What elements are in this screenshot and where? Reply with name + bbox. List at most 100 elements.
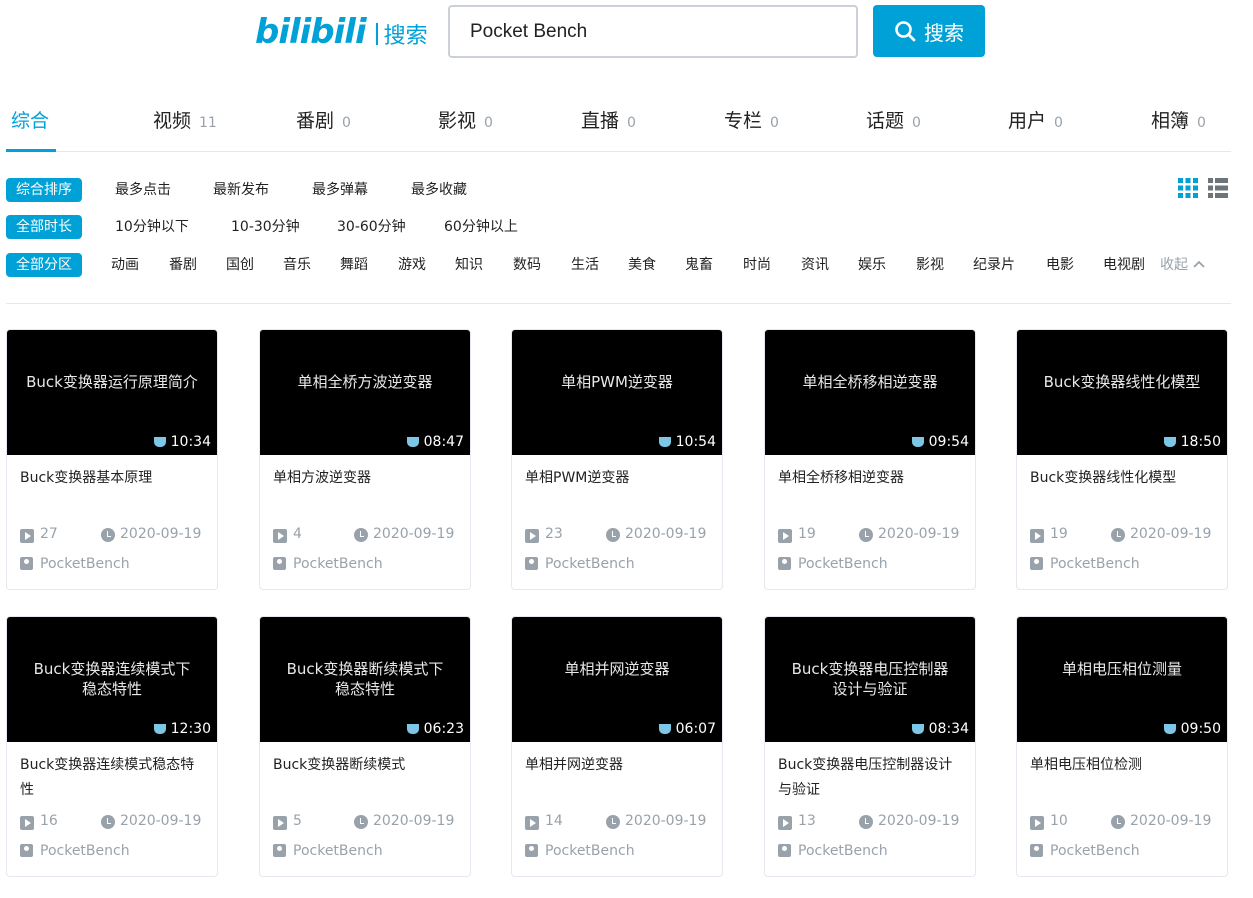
- video-title[interactable]: 单相并网逆变器: [525, 753, 711, 778]
- video-duration: 10:54: [658, 434, 716, 450]
- tab-3[interactable]: 影视 0: [438, 106, 493, 133]
- filter-zone-option[interactable]: 番剧: [169, 253, 197, 277]
- video-card[interactable]: 单相全桥方波逆变器 08:47 单相方波逆变器 4 2020-09-19 PocketBe…: [259, 329, 471, 590]
- video-card[interactable]: Buck变换器线性化模型 18:50 Buck变换器线性化模型 19 2020-09-1…: [1016, 329, 1228, 590]
- filter-zone-option[interactable]: 时尚: [743, 253, 771, 277]
- upload-date: 2020-09-19: [1130, 526, 1212, 542]
- video-duration: 06:07: [658, 721, 716, 737]
- filter-zone-option[interactable]: 音乐: [283, 253, 311, 277]
- duration-text: 06:07: [675, 721, 716, 737]
- filter-duration-active[interactable]: 全部时长: [6, 215, 82, 239]
- video-title[interactable]: 单相电压相位检测: [1030, 753, 1216, 778]
- video-thumbnail[interactable]: Buck变换器电压控制器 设计与验证 08:34: [765, 617, 975, 742]
- tab-label: 视频: [153, 110, 192, 132]
- video-title[interactable]: Buck变换器基本原理: [20, 466, 206, 491]
- video-title[interactable]: 单相PWM逆变器: [525, 466, 711, 491]
- video-author[interactable]: PocketBench: [1030, 556, 1140, 572]
- video-author[interactable]: PocketBench: [778, 843, 888, 859]
- filter-zone-option[interactable]: 游戏: [398, 253, 426, 277]
- video-author[interactable]: PocketBench: [1030, 843, 1140, 859]
- filter-sort-active[interactable]: 综合排序: [6, 178, 82, 202]
- filter-duration-option[interactable]: 30-60分钟: [337, 215, 406, 239]
- filter-sort-option[interactable]: 最多收藏: [411, 178, 467, 202]
- grid-view-icon[interactable]: [1178, 178, 1198, 202]
- video-thumbnail[interactable]: 单相全桥移相逆变器 09:54: [765, 330, 975, 455]
- filter-zone-option[interactable]: 美食: [628, 253, 656, 277]
- play-count: 4: [293, 526, 302, 542]
- video-title[interactable]: Buck变换器电压控制器设计与验证: [778, 753, 964, 803]
- user-icon: [273, 844, 286, 857]
- clock-icon: [606, 528, 620, 542]
- video-author[interactable]: PocketBench: [273, 843, 383, 859]
- filter-zone-active[interactable]: 全部分区: [6, 253, 82, 277]
- video-title[interactable]: 单相全桥移相逆变器: [778, 466, 964, 491]
- tab-1[interactable]: 视频 11: [153, 106, 217, 133]
- filter-zone-option[interactable]: 电影: [1046, 253, 1074, 277]
- video-card[interactable]: 单相并网逆变器 06:07 单相并网逆变器 14 2020-09-19 PocketBen…: [511, 616, 723, 877]
- filter-sort-option[interactable]: 最新发布: [213, 178, 269, 202]
- video-author[interactable]: PocketBench: [525, 556, 635, 572]
- filter-sort-option[interactable]: 最多点击: [115, 178, 171, 202]
- search-button[interactable]: 搜索: [873, 5, 985, 57]
- video-card[interactable]: Buck变换器运行原理简介 10:34 Buck变换器基本原理 27 2020-09-1…: [6, 329, 218, 590]
- filter-zone-option[interactable]: 舞蹈: [340, 253, 368, 277]
- video-author[interactable]: PocketBench: [273, 556, 383, 572]
- video-card[interactable]: Buck变换器电压控制器 设计与验证 08:34 Buck变换器电压控制器设计与验证…: [764, 616, 976, 877]
- author-name: PocketBench: [1050, 843, 1140, 859]
- clock-icon: [859, 528, 873, 542]
- filter-duration-option[interactable]: 60分钟以上: [444, 215, 518, 239]
- author-name: PocketBench: [545, 843, 635, 859]
- video-card[interactable]: 单相电压相位测量 09:50 单相电压相位检测 10 2020-09-19 PocketB…: [1016, 616, 1228, 877]
- video-thumbnail[interactable]: 单相PWM逆变器 10:54: [512, 330, 722, 455]
- video-thumbnail[interactable]: 单相电压相位测量 09:50: [1017, 617, 1227, 742]
- search-input[interactable]: [448, 5, 858, 58]
- filter-zone-option[interactable]: 知识: [455, 253, 483, 277]
- video-author[interactable]: PocketBench: [20, 843, 130, 859]
- video-thumbnail[interactable]: Buck变换器断续模式下 稳态特性 06:23: [260, 617, 470, 742]
- tab-6[interactable]: 话题 0: [866, 106, 921, 133]
- filter-duration-option[interactable]: 10-30分钟: [231, 215, 300, 239]
- filter-zone-option[interactable]: 生活: [571, 253, 599, 277]
- header: bilibili 搜索 搜索: [0, 0, 1253, 62]
- tab-4[interactable]: 直播 0: [581, 106, 636, 133]
- bilibili-logo[interactable]: bilibili 搜索: [255, 14, 428, 50]
- video-card[interactable]: 单相PWM逆变器 10:54 单相PWM逆变器 23 2020-09-19 PocketB…: [511, 329, 723, 590]
- filter-zone-option[interactable]: 娱乐: [858, 253, 886, 277]
- filter-zone-option[interactable]: 纪录片: [973, 253, 1015, 277]
- filter-zone-option[interactable]: 资讯: [801, 253, 829, 277]
- upload-date: 2020-09-19: [373, 813, 455, 829]
- video-title[interactable]: Buck变换器连续模式稳态特性: [20, 753, 206, 803]
- video-thumbnail[interactable]: Buck变换器运行原理简介 10:34: [7, 330, 217, 455]
- video-title[interactable]: Buck变换器断续模式: [273, 753, 459, 778]
- video-author[interactable]: PocketBench: [525, 843, 635, 859]
- filter-zone-option[interactable]: 影视: [916, 253, 944, 277]
- tab-2[interactable]: 番剧 0: [296, 106, 351, 133]
- video-thumbnail[interactable]: 单相并网逆变器 06:07: [512, 617, 722, 742]
- video-author[interactable]: PocketBench: [20, 556, 130, 572]
- tab-0[interactable]: 综合: [11, 106, 49, 133]
- list-view-icon[interactable]: [1208, 178, 1228, 202]
- tab-5[interactable]: 专栏 0: [724, 106, 779, 133]
- collapse-zones-button[interactable]: 收起: [1160, 253, 1206, 277]
- filter-zone-option[interactable]: 电视剧: [1103, 253, 1145, 277]
- video-thumbnail[interactable]: Buck变换器连续模式下 稳态特性 12:30: [7, 617, 217, 742]
- video-author[interactable]: PocketBench: [778, 556, 888, 572]
- filter-duration-option[interactable]: 10分钟以下: [115, 215, 189, 239]
- video-card[interactable]: Buck变换器连续模式下 稳态特性 12:30 Buck变换器连续模式稳态特性 16 2…: [6, 616, 218, 877]
- tab-8[interactable]: 相簿 0: [1151, 106, 1206, 133]
- video-thumbnail[interactable]: 单相全桥方波逆变器 08:47: [260, 330, 470, 455]
- thumbnail-caption: Buck变换器断续模式下 稳态特性: [286, 660, 444, 698]
- tab-7[interactable]: 用户 0: [1008, 106, 1063, 133]
- video-card[interactable]: 单相全桥移相逆变器 09:54 单相全桥移相逆变器 19 2020-09-19 Pocke…: [764, 329, 976, 590]
- filter-zone-option[interactable]: 数码: [513, 253, 541, 277]
- filter-sort-option[interactable]: 最多弹幕: [312, 178, 368, 202]
- video-title[interactable]: Buck变换器线性化模型: [1030, 466, 1216, 491]
- video-thumbnail[interactable]: Buck变换器线性化模型 18:50: [1017, 330, 1227, 455]
- play-count: 5: [293, 813, 302, 829]
- filter-zone-option[interactable]: 国创: [226, 253, 254, 277]
- filter-zone-option[interactable]: 动画: [111, 253, 139, 277]
- filter-zone-option[interactable]: 鬼畜: [685, 253, 713, 277]
- video-title[interactable]: 单相方波逆变器: [273, 466, 459, 491]
- video-card[interactable]: Buck变换器断续模式下 稳态特性 06:23 Buck变换器断续模式 5 2020-0…: [259, 616, 471, 877]
- play-count-icon: [525, 816, 539, 830]
